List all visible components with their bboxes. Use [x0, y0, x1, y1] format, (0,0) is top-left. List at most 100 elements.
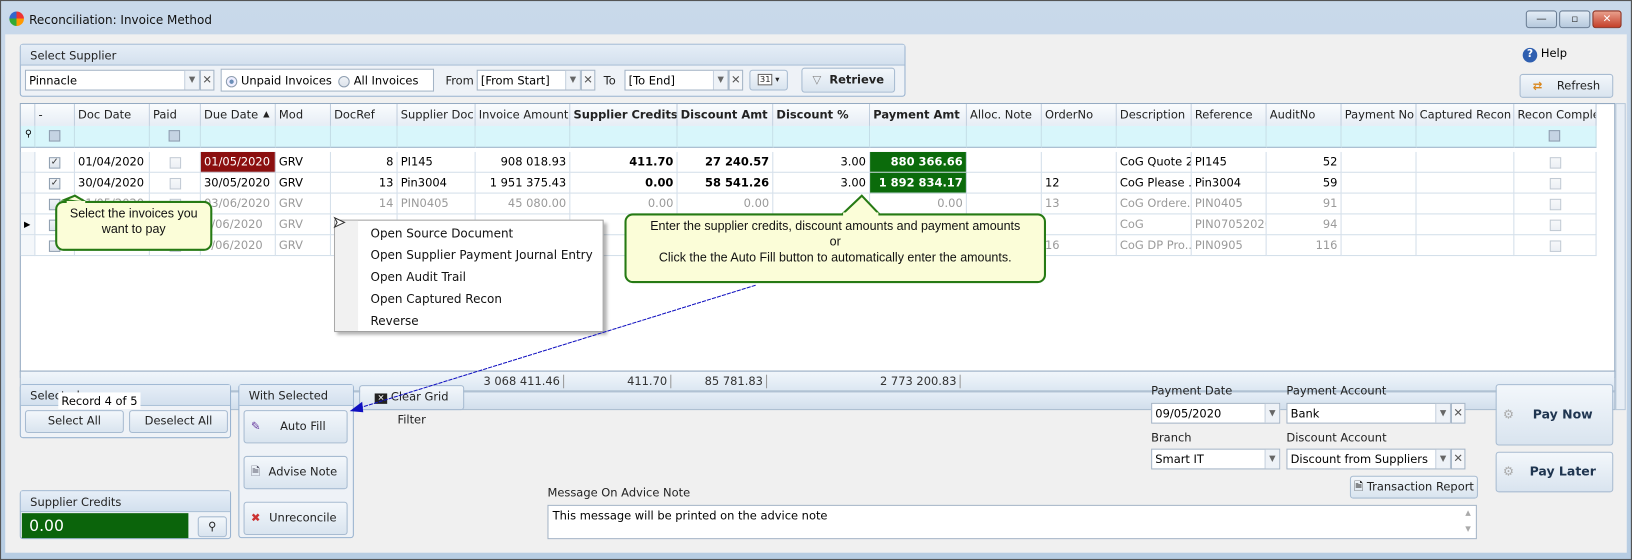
column-header-captured-recon[interactable]: Captured Recon — [1416, 104, 1515, 126]
column-header-alloc-note[interactable]: Alloc. Note — [966, 104, 1042, 126]
cell-discount-pct[interactable] — [773, 193, 871, 215]
checkbox[interactable]: ✓ — [48, 177, 61, 189]
filter-checkbox[interactable] — [48, 130, 60, 142]
filter-cell[interactable] — [1041, 125, 1117, 148]
checkbox[interactable] — [1549, 198, 1561, 210]
filter-cell[interactable] — [966, 125, 1042, 148]
column-header-supplier-credits[interactable]: Supplier Credits — [570, 104, 678, 126]
filter-checkbox[interactable] — [1548, 130, 1561, 142]
chevron-down-icon[interactable]: ▼ — [1264, 403, 1280, 423]
cell-recon-complete[interactable] — [1514, 235, 1597, 257]
filter-cell[interactable] — [1341, 125, 1417, 148]
grid-vertical-scrollbar[interactable] — [1615, 103, 1626, 411]
close-button[interactable]: ✕ — [1592, 10, 1622, 29]
cell-discount-amt[interactable]: 58 541.26 — [677, 172, 774, 194]
clear-from-button[interactable]: ✕ — [580, 69, 596, 91]
radio-all[interactable] — [338, 75, 351, 87]
discount-account-combo[interactable]: Discount from Suppliers — [1286, 448, 1451, 470]
payment-account-combo[interactable]: Bank — [1286, 402, 1451, 424]
menu-item-open-journal-entry[interactable]: Open Supplier Payment Journal Entry — [371, 248, 593, 263]
auto-fill-button[interactable]: ✎ Auto Fill — [243, 410, 348, 444]
message-scrollbar[interactable]: ▲ ▼ — [1460, 506, 1476, 538]
cell-payment-amt[interactable]: 0.00 — [870, 193, 967, 215]
filter-cell[interactable] — [773, 125, 871, 148]
cell-discount-pct[interactable]: 3.00 — [773, 172, 871, 194]
pay-now-button[interactable]: ⚙ Pay Now — [1495, 384, 1614, 446]
filter-cell[interactable] — [475, 125, 571, 148]
clear-to-button[interactable]: ✕ — [728, 69, 744, 91]
checkbox[interactable] — [1549, 177, 1561, 189]
filter-cell[interactable] — [330, 125, 398, 148]
column-header-payment-no[interactable]: Payment No — [1341, 104, 1417, 126]
branch-combo[interactable]: Smart IT — [1151, 448, 1281, 470]
deselect-all-button[interactable]: Deselect All — [129, 410, 228, 434]
filter-cell[interactable] — [1116, 125, 1192, 148]
checkbox[interactable] — [169, 177, 181, 189]
checkbox[interactable]: ✓ — [48, 156, 61, 169]
row-indicator[interactable] — [20, 151, 36, 173]
filter-cell[interactable] — [35, 125, 75, 148]
column-header-due-date[interactable]: Due Date ▲ — [200, 104, 276, 126]
unreconcile-button[interactable]: ✖ Unreconcile — [243, 501, 348, 536]
column-header-supplier-doc[interactable]: Supplier Doc — [397, 104, 476, 126]
minimize-button[interactable]: — — [1525, 10, 1558, 29]
radio-unpaid-label[interactable]: Unpaid Invoices — [241, 74, 332, 88]
chevron-down-icon[interactable]: ▼ — [1264, 449, 1280, 469]
search-credits-button[interactable]: ⚲ — [197, 516, 227, 538]
checkbox[interactable] — [169, 156, 181, 169]
cell-discount-pct[interactable]: 3.00 — [773, 151, 871, 173]
cell-recon-complete[interactable] — [1514, 193, 1597, 215]
cell-paid[interactable] — [149, 151, 201, 173]
column-header-auditno[interactable]: AuditNo — [1266, 104, 1342, 126]
radio-all-label[interactable]: All Invoices — [354, 74, 419, 88]
filter-cell[interactable] — [677, 125, 774, 148]
column-header-payment-amt[interactable]: Payment Amt — [870, 104, 967, 126]
chevron-down-icon[interactable]: ▼ — [565, 70, 580, 90]
column-header-paid[interactable]: Paid — [149, 104, 201, 126]
menu-item-open-audit-trail[interactable]: Open Audit Trail — [371, 270, 466, 285]
cell-payment-amt[interactable]: 880 366.66 — [870, 151, 967, 173]
select-all-button[interactable]: Select All — [24, 410, 124, 434]
cell-discount-amt[interactable]: 0.00 — [677, 193, 774, 215]
advice-note-message[interactable]: This message will be printed on the advi… — [547, 504, 1477, 540]
row-indicator[interactable] — [20, 235, 36, 257]
row-indicator[interactable] — [20, 172, 36, 194]
cell-discount-amt[interactable]: 27 240.57 — [677, 151, 774, 173]
chevron-down-icon[interactable]: ▼ — [1435, 449, 1450, 469]
filter-cell[interactable] — [74, 125, 150, 148]
refresh-button[interactable]: ⇄ Refresh — [1519, 73, 1614, 98]
clear-supplier-button[interactable]: ✕ — [199, 69, 215, 91]
clear-grid-filter-button[interactable]: ✕ Clear Grid Filter — [359, 385, 465, 427]
filter-cell[interactable] — [200, 125, 276, 148]
clear-payment-account-button[interactable]: ✕ — [1450, 402, 1466, 424]
filter-cell[interactable] — [149, 125, 201, 148]
date-range-picker[interactable]: 31 ▾ — [749, 69, 788, 91]
filter-cell[interactable] — [1266, 125, 1342, 148]
menu-item-open-captured-recon[interactable]: Open Captured Recon — [371, 291, 502, 306]
cell-payment-amt[interactable]: 1 892 834.17 — [870, 172, 967, 194]
chevron-down-icon[interactable]: ▼ — [1435, 403, 1450, 423]
cell-paid[interactable] — [149, 172, 201, 194]
transaction-report-button[interactable]: 🗎 Transaction Report — [1349, 475, 1478, 499]
maximize-button[interactable]: ▫ — [1559, 10, 1591, 29]
column-header-invoice-amount[interactable]: Invoice Amount — [475, 104, 571, 126]
checkbox[interactable] — [1549, 156, 1561, 169]
pay-later-button[interactable]: ⚙ Pay Later — [1495, 451, 1614, 493]
clear-discount-account-button[interactable]: ✕ — [1450, 448, 1466, 470]
filter-cell[interactable] — [870, 125, 967, 148]
filter-checkbox[interactable] — [168, 130, 181, 142]
filter-cell[interactable] — [570, 125, 678, 148]
column-header-orderno[interactable]: OrderNo — [1041, 104, 1117, 126]
column-header-reference[interactable]: Reference — [1191, 104, 1267, 126]
column-header-description[interactable]: Description — [1116, 104, 1192, 126]
checkbox[interactable] — [1549, 239, 1561, 252]
cell-supplier-credits[interactable]: 411.70 — [570, 151, 678, 173]
payment-date-field[interactable]: 09/05/2020 — [1151, 402, 1281, 424]
column-header-discount[interactable]: Discount % — [773, 104, 871, 126]
column-header-recon-complete[interactable]: Recon Complete — [1514, 104, 1597, 126]
filter-cell[interactable] — [275, 125, 331, 148]
column-header-discount-amt[interactable]: Discount Amt — [677, 104, 774, 126]
retrieve-button[interactable]: ▽ Retrieve — [801, 67, 896, 93]
row-indicator[interactable]: ▶ — [20, 214, 36, 236]
column-header-select[interactable]: - — [35, 104, 75, 126]
